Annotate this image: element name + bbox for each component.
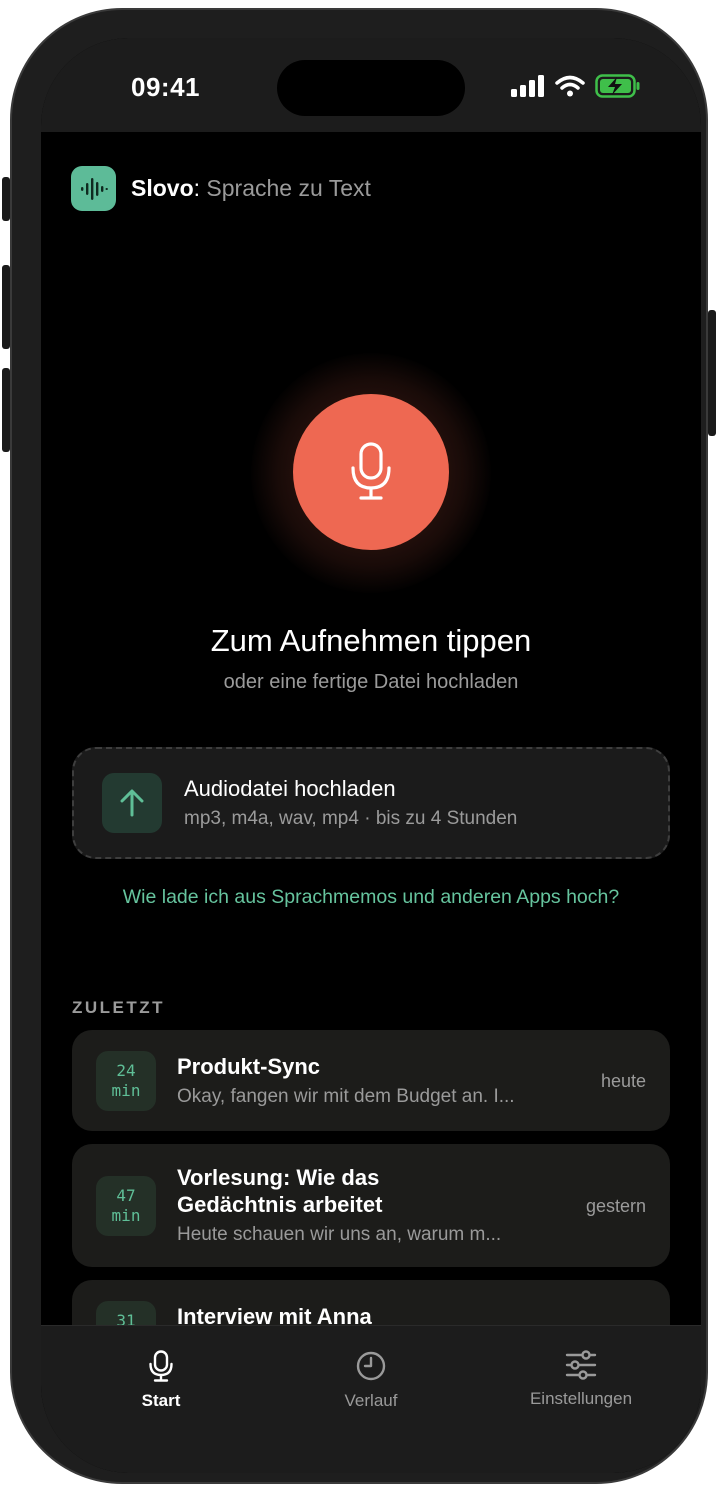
recent-item-preview: Okay, fangen wir mit dem Budget an. I... [177,1086,515,1107]
upload-title: Audiodatei hochladen [184,776,396,801]
app-title: Slovo: Sprache zu Text [131,175,371,202]
side-button-mute [2,177,10,221]
record-button[interactable] [293,394,449,550]
mic-icon [149,1350,173,1382]
record-subline: oder eine fertige Datei hochladen [223,671,519,693]
sliders-icon [565,1350,597,1380]
recent-item[interactable]: 24 min Produkt-Sync Okay, fangen wir mit… [72,1030,670,1131]
upload-subtitle: mp3, m4a, wav, mp4 · bis zu 4 Stunden [184,808,518,829]
duration-badge: 47 min [96,1176,156,1236]
recent-item-title-line-1: Vorlesung: Wie das [177,1165,380,1190]
app-logo-waveform-icon [71,166,116,211]
recent-item[interactable]: 47 min Vorlesung: Wie das Gedächtnis arb… [72,1144,670,1267]
clock-icon [356,1351,386,1381]
upload-help-link[interactable]: Wie lade ich aus Sprachmemos und anderen… [41,886,701,909]
recent-section-label: ZULETZT [72,998,166,1017]
recent-item-title-line-2: Gedächtnis arbeitet [177,1192,383,1217]
cellular-signal-icon [511,75,544,97]
record-headline: Zum Aufnehmen tippen [210,623,532,658]
recent-item-date: gestern [585,1196,646,1216]
recent-item-date: heute [600,1071,646,1091]
app-name: Slovo [131,175,194,201]
microphone-icon [351,442,391,500]
duration-number: 47 [116,1186,136,1205]
phone-frame: 09:41 Slovo: Sprache zu Text Zum Aufnehm… [10,8,708,1484]
screen: 09:41 Slovo: Sprache zu Text Zum Aufnehm… [41,38,701,1473]
tab-start[interactable]: Start [61,1350,261,1411]
duration-number: 24 [116,1061,136,1080]
app-subtitle: Sprache zu Text [206,175,371,201]
upload-arrow-icon [102,773,162,833]
battery-charging-icon [595,74,640,98]
recent-item-title: Produkt-Sync [177,1054,321,1079]
tab-bar: Start Verlauf Einstellungen [41,1325,701,1473]
tab-label-einstellungen: Einstellungen [529,1389,633,1408]
status-icons [511,74,641,98]
side-button-volume-down [2,368,10,452]
side-button-power [708,310,716,436]
duration-badge: 24 min [96,1051,156,1111]
status-bar: 09:41 [41,38,701,132]
tab-verlauf[interactable]: Verlauf [271,1350,471,1411]
app-title-separator: : [193,175,201,201]
tab-label-verlauf: Verlauf [344,1391,398,1410]
side-button-volume-up [2,265,10,349]
dynamic-island [277,60,465,116]
wifi-icon [555,75,585,97]
recent-item-preview: Heute schauen wir uns an, warum m... [177,1224,502,1245]
tab-label-start: Start [141,1391,181,1410]
app-header: Slovo: Sprache zu Text [71,166,371,211]
tab-einstellungen[interactable]: Einstellungen [481,1350,681,1409]
duration-unit: min [111,1206,141,1225]
duration-unit: min [111,1081,141,1100]
upload-audio-button[interactable]: Audiodatei hochladen mp3, m4a, wav, mp4 … [72,747,670,859]
status-time: 09:41 [131,72,200,102]
